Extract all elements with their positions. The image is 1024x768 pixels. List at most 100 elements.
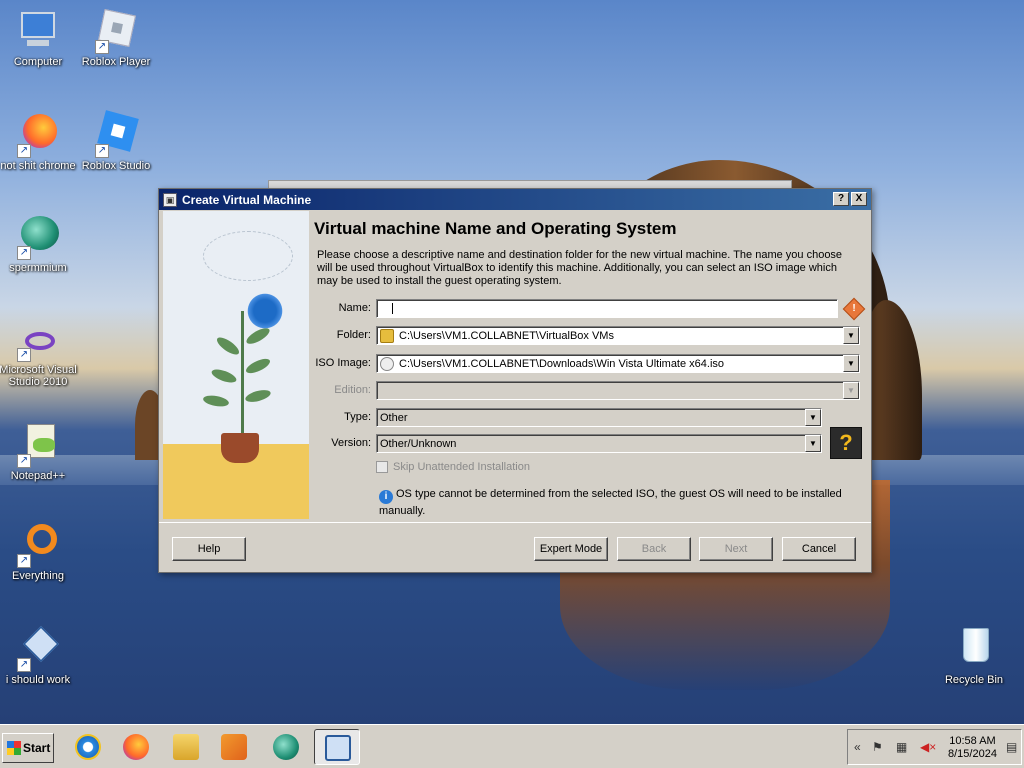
desktop-icon-notepadpp[interactable]: ↗ Notepad++: [0, 422, 80, 482]
desktop-icon-everything[interactable]: ↗ Everything: [0, 522, 80, 582]
plant-pot: [221, 433, 259, 463]
shortcut-arrow-icon: ↗: [17, 144, 31, 158]
name-input[interactable]: [376, 299, 838, 318]
dialog-content: Virtual machine Name and Operating Syste…: [162, 211, 868, 519]
desktop-icon-computer[interactable]: Computer: [0, 8, 80, 68]
desktop-icon-label: Everything: [12, 570, 64, 582]
folder-icon: [380, 328, 394, 343]
edition-combobox: ▼: [376, 381, 860, 400]
network-icon[interactable]: ▦: [896, 740, 907, 754]
desktop-icon-visual-studio[interactable]: ↗ Microsoft Visual Studio 2010: [0, 328, 80, 388]
version-label: Version:: [331, 437, 371, 449]
start-button[interactable]: Start: [2, 733, 54, 763]
taskbar: Start « ⚑ ▦ ◀× 10:58 AM 8/15/2024 ▤: [0, 724, 1024, 768]
chevron-down-icon[interactable]: ▼: [805, 435, 821, 452]
shortcut-arrow-icon: ↗: [17, 658, 31, 672]
taskbar-file-explorer[interactable]: [166, 729, 206, 765]
chevron-down-icon[interactable]: ▼: [843, 327, 859, 344]
chevron-down-icon[interactable]: ▼: [843, 355, 859, 372]
computer-icon: [15, 8, 61, 54]
taskbar-clock[interactable]: 10:58 AM 8/15/2024: [948, 735, 997, 761]
firefox-icon: ↗: [15, 112, 61, 158]
edition-label: Edition:: [334, 384, 371, 396]
dialog-titlebar[interactable]: ▣ Create Virtual Machine ? X: [159, 189, 871, 210]
warning-icon: !: [842, 297, 866, 321]
plant-leaf: [214, 334, 242, 358]
everything-search-icon: ↗: [15, 522, 61, 568]
taskbar-internet-explorer[interactable]: [68, 729, 108, 765]
virtualbox-icon: [325, 735, 351, 761]
close-button[interactable]: X: [851, 192, 867, 206]
disc-image-icon: [380, 356, 394, 371]
back-button[interactable]: Back: [617, 537, 691, 561]
expert-mode-button[interactable]: Expert Mode: [534, 537, 608, 561]
shortcut-arrow-icon: ↗: [17, 554, 31, 568]
spermmium-icon: ↗: [15, 214, 61, 260]
taskbar-virtualbox[interactable]: [314, 729, 360, 765]
next-button[interactable]: Next: [699, 537, 773, 561]
type-value: Other: [380, 411, 408, 424]
name-label: Name:: [338, 302, 371, 314]
shortcut-arrow-icon: ↗: [95, 144, 109, 158]
plant-leaf: [210, 366, 238, 386]
desktop-icon-label: Notepad++: [10, 470, 66, 482]
show-hidden-icons-button[interactable]: «: [854, 740, 861, 754]
type-combobox[interactable]: Other ▼: [376, 408, 822, 427]
version-value: Other/Unknown: [380, 437, 457, 450]
start-label: Start: [23, 741, 51, 755]
roblox-studio-icon: ↗: [93, 110, 139, 158]
firefox-icon: [123, 734, 149, 760]
flower-icon: [245, 291, 285, 331]
virtualbox-icon: ▣: [163, 192, 177, 207]
desktop-icon-roblox-player[interactable]: ↗ Roblox Player: [74, 8, 158, 68]
media-player-icon: [221, 734, 247, 760]
visual-studio-icon: ↗: [15, 328, 61, 362]
version-combobox[interactable]: Other/Unknown ▼: [376, 434, 822, 453]
desktop-icon-label: not shit chrome: [0, 160, 76, 172]
decorative-lines: [203, 231, 293, 281]
folder-label: Folder:: [336, 329, 371, 341]
clock-time: 10:58 AM: [949, 735, 996, 747]
help-button[interactable]: Help: [172, 537, 246, 561]
desktop-icon-chrome[interactable]: ↗ not shit chrome: [0, 112, 80, 172]
folder-combobox[interactable]: C:\Users\VM1.COLLABNET\VirtualBox VMs ▼: [376, 326, 860, 345]
show-desktop-icon[interactable]: ▤: [1006, 740, 1017, 754]
recycle-bin-icon: [951, 626, 997, 672]
roblox-player-icon: ↗: [93, 8, 139, 54]
desktop-icon-label: Microsoft Visual Studio 2010: [0, 364, 77, 388]
volume-muted-icon[interactable]: ◀×: [920, 740, 936, 754]
desktop-icon-roblox-studio[interactable]: ↗ Roblox Studio: [74, 110, 158, 172]
os-type-icon: ?: [830, 427, 862, 459]
skip-unattended-label: Skip Unattended Installation: [393, 461, 530, 473]
info-message: i OS type cannot be determined from the s…: [379, 487, 849, 518]
help-titlebar-button[interactable]: ?: [833, 192, 849, 206]
desktop-icon-recycle-bin[interactable]: Recycle Bin: [932, 626, 1016, 686]
page-heading: Virtual machine Name and Operating Syste…: [314, 219, 677, 238]
shortcut-arrow-icon: ↗: [17, 454, 31, 468]
taskbar-spermmium[interactable]: [266, 729, 306, 765]
iso-combobox[interactable]: C:\Users\VM1.COLLABNET\Downloads\Win Vis…: [376, 354, 860, 373]
shortcut-arrow-icon: ↗: [17, 348, 31, 362]
wizard-illustration: [163, 211, 309, 519]
cancel-button[interactable]: Cancel: [782, 537, 856, 561]
chevron-down-icon[interactable]: ▼: [805, 409, 821, 426]
iso-value: C:\Users\VM1.COLLABNET\Downloads\Win Vis…: [399, 357, 725, 370]
clock-date: 8/15/2024: [948, 748, 997, 760]
plant-leaf: [202, 393, 230, 409]
desktop-icon-spermmium[interactable]: ↗ spermmium: [0, 214, 80, 274]
action-center-flag-icon[interactable]: ⚑: [872, 740, 883, 754]
plant-leaf: [244, 387, 272, 405]
desktop-icon-label: Roblox Player: [81, 56, 151, 68]
taskbar-firefox[interactable]: [116, 729, 156, 765]
shortcut-arrow-icon: ↗: [95, 40, 109, 54]
spermmium-icon: [273, 734, 299, 760]
info-text: OS type cannot be determined from the se…: [379, 488, 842, 517]
info-icon: i: [379, 490, 393, 504]
taskbar-media-player[interactable]: [214, 729, 254, 765]
desktop-icon-label: Recycle Bin: [944, 674, 1004, 686]
chevron-down-icon: ▼: [843, 382, 859, 399]
desktop-icon-label: spermmium: [9, 262, 67, 274]
file-explorer-icon: [173, 734, 199, 760]
desktop-icon-label: i should work: [5, 674, 71, 686]
desktop-icon-i-should-work[interactable]: ↗ i should work: [0, 625, 80, 686]
